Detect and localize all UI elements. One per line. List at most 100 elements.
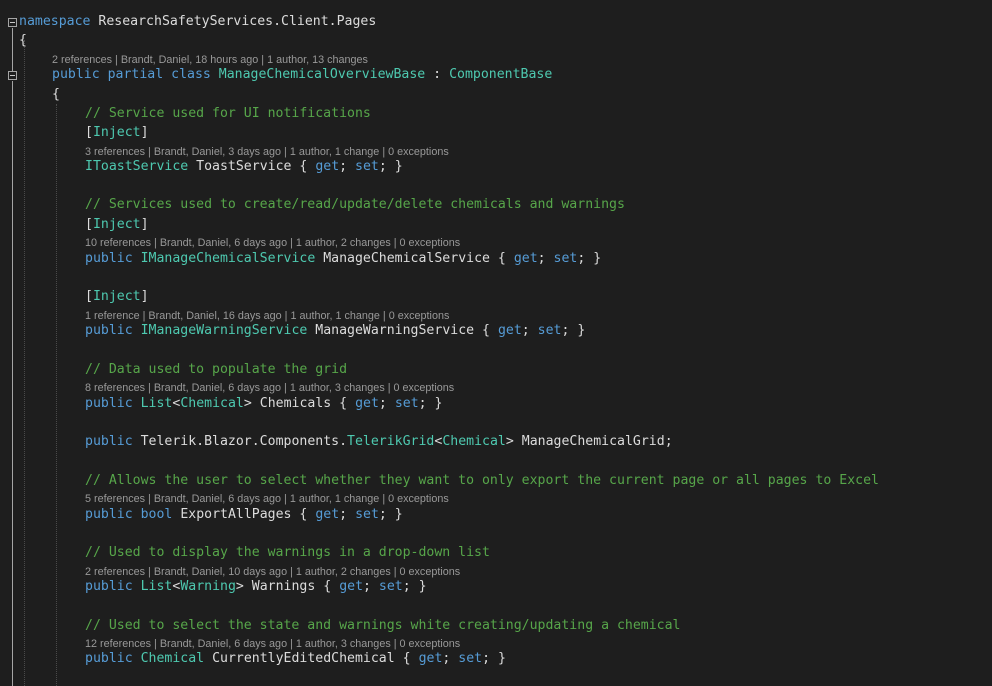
codelens-warnings[interactable]: 2 references | Brandt, Daniel, 10 days a…	[85, 565, 460, 579]
code-line-comment[interactable]: // Services used to create/read/update/d…	[85, 196, 625, 214]
code-line-comment[interactable]: // Used to display the warnings in a dro…	[85, 544, 490, 562]
bracket: ]	[140, 125, 149, 140]
keyword: set	[394, 396, 419, 411]
code-line-manage-chemical-service[interactable]: public IManageChemicalService ManageChem…	[85, 250, 601, 268]
code-line-open-brace[interactable]: {	[52, 86, 60, 104]
keyword: partial	[107, 67, 164, 82]
generic-type-name: Chemical	[180, 396, 244, 411]
brace: {	[482, 323, 490, 338]
keyword: get	[315, 159, 340, 174]
keyword: public	[85, 323, 133, 338]
namespace-fold-line	[12, 28, 13, 72]
brace: {	[19, 33, 27, 48]
type-name: List	[140, 579, 173, 594]
property-name: ToastService	[196, 159, 292, 174]
collapse-class-icon[interactable]	[8, 71, 17, 80]
codelens-manage-warning-service[interactable]: 1 reference | Brandt, Daniel, 16 days ag…	[85, 309, 449, 323]
property-name: ExportAllPages	[180, 507, 292, 522]
codelens-class[interactable]: 2 references | Brandt, Daniel, 18 hours …	[52, 53, 368, 67]
code-line-inject-attribute[interactable]: [Inject]	[85, 124, 149, 142]
semicolon: ;	[577, 251, 586, 266]
property-name: CurrentlyEditedChemical	[212, 651, 395, 666]
keyword: public	[85, 651, 133, 666]
keyword: namespace	[19, 14, 91, 29]
brace: {	[299, 159, 308, 174]
code-editor[interactable]: namespace ResearchSafetyServices.Client.…	[0, 0, 992, 686]
keyword: public	[85, 396, 133, 411]
code-line-manage-chemical-grid[interactable]: public Telerik.Blazor.Components.Telerik…	[85, 433, 673, 451]
angle-bracket: >	[243, 396, 252, 411]
code-line-manage-warning-service[interactable]: public IManageWarningService ManageWarni…	[85, 322, 585, 340]
codelens-export-all-pages[interactable]: 5 references | Brandt, Daniel, 6 days ag…	[85, 492, 449, 506]
code-line-open-brace[interactable]: {	[19, 32, 27, 50]
property-name: ManageChemicalService	[323, 251, 490, 266]
angle-bracket: >	[235, 579, 244, 594]
attribute-name: Inject	[92, 217, 141, 232]
code-line-chemicals[interactable]: public List<Chemical> Chemicals { get; s…	[85, 395, 443, 413]
semicolon: ;	[442, 651, 451, 666]
keyword: set	[355, 159, 379, 174]
generic-type-name: Chemical	[442, 434, 506, 449]
keyword: set	[355, 507, 379, 522]
property-name: ManageWarningService	[315, 323, 475, 338]
brace: {	[497, 251, 506, 266]
code-line-inject-attribute[interactable]: [Inject]	[85, 288, 149, 306]
semicolon: ;	[521, 323, 530, 338]
attribute-name: Inject	[92, 125, 141, 140]
semicolon: ;	[363, 579, 371, 594]
semicolon: ;	[561, 323, 570, 338]
attribute-name: Inject	[92, 289, 141, 304]
brace: {	[339, 396, 348, 411]
indent-guide	[56, 104, 57, 686]
type-name: TelerikGrid	[347, 434, 435, 449]
collapse-namespace-icon[interactable]	[8, 18, 17, 27]
brace: }	[593, 251, 602, 266]
semicolon: ;	[482, 651, 491, 666]
keyword: public	[85, 507, 133, 522]
keyword: set	[553, 251, 578, 266]
code-line-comment[interactable]: // Used to select the state and warnings…	[85, 617, 680, 635]
bracket: [	[85, 125, 93, 140]
comment: // Allows the user to select whether the…	[85, 473, 879, 488]
code-line-warnings[interactable]: public List<Warning> Warnings { get; set…	[85, 578, 427, 596]
codelens-currently-edited-chemical[interactable]: 12 references | Brandt, Daniel, 6 days a…	[85, 637, 460, 651]
code-line-currently-edited-chemical[interactable]: public Chemical CurrentlyEditedChemical …	[85, 650, 506, 668]
code-line-class-declaration[interactable]: public partial class ManageChemicalOverv…	[52, 66, 552, 84]
keyword: public	[52, 67, 100, 82]
code-line-export-all-pages[interactable]: public bool ExportAllPages { get; set; }	[85, 506, 403, 524]
code-line-namespace[interactable]: namespace ResearchSafetyServices.Client.…	[19, 13, 376, 31]
keyword: get	[339, 579, 364, 594]
bracket: ]	[140, 217, 149, 232]
brace: {	[299, 507, 308, 522]
keyword: get	[315, 507, 340, 522]
codelens-toast-service[interactable]: 3 references | Brandt, Daniel, 3 days ag…	[85, 145, 449, 159]
base-class-name: ComponentBase	[449, 67, 553, 82]
semicolon: ;	[378, 159, 387, 174]
keyword: public	[85, 251, 133, 266]
code-line-comment[interactable]: // Data used to populate the grid	[85, 361, 347, 379]
codelens-manage-chemical-service[interactable]: 10 references | Brandt, Daniel, 6 days a…	[85, 236, 460, 250]
semicolon: ;	[339, 507, 348, 522]
code-line-inject-attribute[interactable]: [Inject]	[85, 216, 149, 234]
codelens-chemicals[interactable]: 8 references | Brandt, Daniel, 6 days ag…	[85, 381, 454, 395]
semicolon: ;	[418, 396, 427, 411]
brace: }	[577, 323, 586, 338]
keyword: get	[497, 323, 522, 338]
type-name: IToastService	[85, 159, 189, 174]
semicolon: ;	[402, 579, 411, 594]
keyword: set	[378, 579, 403, 594]
comment: // Used to display the warnings in a dro…	[85, 545, 490, 560]
keyword: set	[537, 323, 562, 338]
keyword: bool	[140, 507, 173, 522]
bracket: [	[85, 289, 93, 304]
code-line-comment[interactable]: // Allows the user to select whether the…	[85, 472, 879, 490]
comment: // Data used to populate the grid	[85, 362, 348, 377]
property-name: Warnings	[251, 579, 316, 594]
bracket: ]	[140, 289, 149, 304]
brace: }	[434, 396, 443, 411]
brace: {	[323, 579, 332, 594]
code-line-toast-service[interactable]: IToastService ToastService { get; set; }	[85, 158, 403, 176]
keyword: public	[85, 579, 133, 594]
code-line-comment[interactable]: // Service used for UI notifications	[85, 105, 371, 123]
keyword: get	[355, 396, 379, 411]
